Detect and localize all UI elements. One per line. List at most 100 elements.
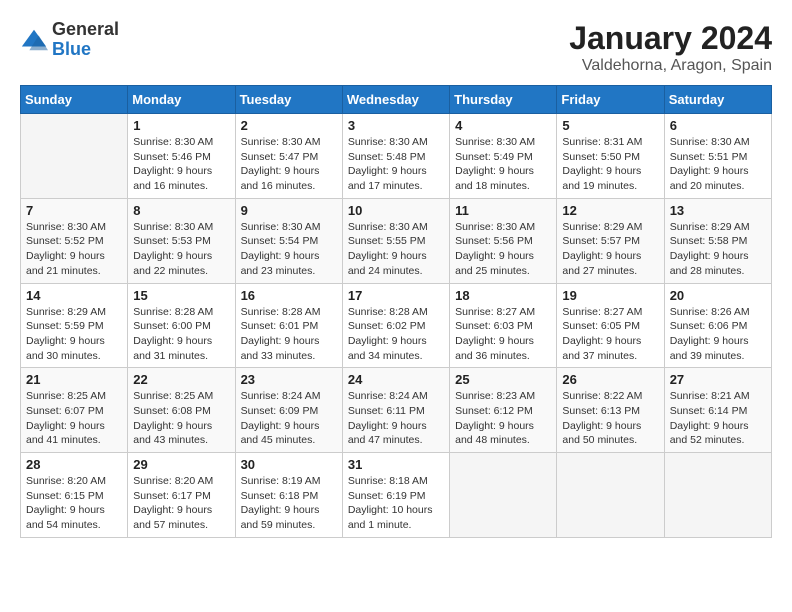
day-info: Sunrise: 8:28 AMSunset: 6:02 PMDaylight:… — [348, 305, 444, 364]
day-info: Sunrise: 8:30 AMSunset: 5:46 PMDaylight:… — [133, 135, 229, 194]
calendar-cell: 3 Sunrise: 8:30 AMSunset: 5:48 PMDaylight… — [342, 114, 449, 199]
title-block: January 2024 Valdehorna, Aragon, Spain — [569, 20, 772, 75]
day-info: Sunrise: 8:27 AMSunset: 6:03 PMDaylight:… — [455, 305, 551, 364]
calendar-cell: 13 Sunrise: 8:29 AMSunset: 5:58 PMDayligh… — [664, 198, 771, 283]
calendar-cell — [557, 453, 664, 538]
day-info: Sunrise: 8:31 AMSunset: 5:50 PMDaylight:… — [562, 135, 658, 194]
day-number: 29 — [133, 457, 229, 472]
day-info: Sunrise: 8:21 AMSunset: 6:14 PMDaylight:… — [670, 389, 766, 448]
day-info: Sunrise: 8:25 AMSunset: 6:07 PMDaylight:… — [26, 389, 122, 448]
day-header-wednesday: Wednesday — [342, 86, 449, 114]
day-info: Sunrise: 8:20 AMSunset: 6:15 PMDaylight:… — [26, 474, 122, 533]
calendar-cell: 8 Sunrise: 8:30 AMSunset: 5:53 PMDaylight… — [128, 198, 235, 283]
day-number: 18 — [455, 288, 551, 303]
calendar-cell — [664, 453, 771, 538]
day-info: Sunrise: 8:30 AMSunset: 5:52 PMDaylight:… — [26, 220, 122, 279]
calendar-cell: 28Sunrise: 8:20 AMSunset: 6:15 PMDayligh… — [21, 453, 128, 538]
day-header-tuesday: Tuesday — [235, 86, 342, 114]
day-number: 12 — [562, 203, 658, 218]
day-info: Sunrise: 8:29 AMSunset: 5:58 PMDaylight:… — [670, 220, 766, 279]
day-number: 8 — [133, 203, 229, 218]
page-header: General Blue January 2024 Valdehorna, Ar… — [20, 20, 772, 75]
day-number: 23 — [241, 372, 337, 387]
day-number: 19 — [562, 288, 658, 303]
day-number: 9 — [241, 203, 337, 218]
day-header-friday: Friday — [557, 86, 664, 114]
day-info: Sunrise: 8:30 AMSunset: 5:49 PMDaylight:… — [455, 135, 551, 194]
day-info: Sunrise: 8:30 AMSunset: 5:48 PMDaylight:… — [348, 135, 444, 194]
calendar-cell: 26Sunrise: 8:22 AMSunset: 6:13 PMDayligh… — [557, 368, 664, 453]
day-number: 1 — [133, 118, 229, 133]
day-number: 17 — [348, 288, 444, 303]
day-number: 22 — [133, 372, 229, 387]
day-info: Sunrise: 8:30 AMSunset: 5:53 PMDaylight:… — [133, 220, 229, 279]
calendar-cell: 29 Sunrise: 8:20 AMSunset: 6:17 PMDayligh… — [128, 453, 235, 538]
calendar-cell: 7 Sunrise: 8:30 AMSunset: 5:52 PMDaylight… — [21, 198, 128, 283]
calendar-cell: 11Sunrise: 8:30 AMSunset: 5:56 PMDayligh… — [450, 198, 557, 283]
day-number: 24 — [348, 372, 444, 387]
calendar-cell: 20Sunrise: 8:26 AMSunset: 6:06 PMDayligh… — [664, 283, 771, 368]
logo: General Blue — [20, 20, 119, 60]
calendar-cell: 23Sunrise: 8:24 AMSunset: 6:09 PMDayligh… — [235, 368, 342, 453]
day-number: 6 — [670, 118, 766, 133]
day-number: 16 — [241, 288, 337, 303]
calendar-cell: 25Sunrise: 8:23 AMSunset: 6:12 PMDayligh… — [450, 368, 557, 453]
calendar-cell: 19 Sunrise: 8:27 AMSunset: 6:05 PMDayligh… — [557, 283, 664, 368]
day-info: Sunrise: 8:28 AMSunset: 6:01 PMDaylight:… — [241, 305, 337, 364]
day-number: 20 — [670, 288, 766, 303]
logo-blue-text: Blue — [52, 39, 91, 59]
day-header-sunday: Sunday — [21, 86, 128, 114]
day-number: 30 — [241, 457, 337, 472]
day-number: 25 — [455, 372, 551, 387]
calendar-cell: 10Sunrise: 8:30 AMSunset: 5:55 PMDayligh… — [342, 198, 449, 283]
day-number: 10 — [348, 203, 444, 218]
day-info: Sunrise: 8:24 AMSunset: 6:11 PMDaylight:… — [348, 389, 444, 448]
day-info: Sunrise: 8:29 AMSunset: 5:57 PMDaylight:… — [562, 220, 658, 279]
logo-icon — [20, 26, 48, 54]
calendar-cell: 16 Sunrise: 8:28 AMSunset: 6:01 PMDayligh… — [235, 283, 342, 368]
calendar-cell: 12 Sunrise: 8:29 AMSunset: 5:57 PMDayligh… — [557, 198, 664, 283]
calendar-cell: 4 Sunrise: 8:30 AMSunset: 5:49 PMDaylight… — [450, 114, 557, 199]
day-header-saturday: Saturday — [664, 86, 771, 114]
calendar-cell: 9 Sunrise: 8:30 AMSunset: 5:54 PMDaylight… — [235, 198, 342, 283]
calendar-cell: 17 Sunrise: 8:28 AMSunset: 6:02 PMDayligh… — [342, 283, 449, 368]
day-info: Sunrise: 8:18 AMSunset: 6:19 PMDaylight:… — [348, 474, 444, 533]
calendar-cell: 2 Sunrise: 8:30 AMSunset: 5:47 PMDaylight… — [235, 114, 342, 199]
day-info: Sunrise: 8:19 AMSunset: 6:18 PMDaylight:… — [241, 474, 337, 533]
calendar-cell: 24 Sunrise: 8:24 AMSunset: 6:11 PMDayligh… — [342, 368, 449, 453]
location-subtitle: Valdehorna, Aragon, Spain — [569, 57, 772, 75]
day-info: Sunrise: 8:25 AMSunset: 6:08 PMDaylight:… — [133, 389, 229, 448]
calendar-cell: 1 Sunrise: 8:30 AMSunset: 5:46 PMDaylight… — [128, 114, 235, 199]
calendar-cell: 21 Sunrise: 8:25 AMSunset: 6:07 PMDayligh… — [21, 368, 128, 453]
day-number: 11 — [455, 203, 551, 218]
calendar-week-row: 1 Sunrise: 8:30 AMSunset: 5:46 PMDaylight… — [21, 114, 772, 199]
calendar-table: SundayMondayTuesdayWednesdayThursdayFrid… — [20, 85, 772, 538]
day-number: 13 — [670, 203, 766, 218]
day-info: Sunrise: 8:29 AMSunset: 5:59 PMDaylight:… — [26, 305, 122, 364]
day-info: Sunrise: 8:28 AMSunset: 6:00 PMDaylight:… — [133, 305, 229, 364]
day-info: Sunrise: 8:27 AMSunset: 6:05 PMDaylight:… — [562, 305, 658, 364]
calendar-cell: 22 Sunrise: 8:25 AMSunset: 6:08 PMDayligh… — [128, 368, 235, 453]
day-info: Sunrise: 8:30 AMSunset: 5:54 PMDaylight:… — [241, 220, 337, 279]
calendar-body: 1 Sunrise: 8:30 AMSunset: 5:46 PMDaylight… — [21, 114, 772, 538]
day-number: 21 — [26, 372, 122, 387]
day-info: Sunrise: 8:30 AMSunset: 5:51 PMDaylight:… — [670, 135, 766, 194]
day-number: 3 — [348, 118, 444, 133]
month-title: January 2024 — [569, 20, 772, 57]
calendar-cell: 15 Sunrise: 8:28 AMSunset: 6:00 PMDayligh… — [128, 283, 235, 368]
day-number: 4 — [455, 118, 551, 133]
calendar-cell — [21, 114, 128, 199]
calendar-cell: 5Sunrise: 8:31 AMSunset: 5:50 PMDaylight… — [557, 114, 664, 199]
calendar-week-row: 28Sunrise: 8:20 AMSunset: 6:15 PMDayligh… — [21, 453, 772, 538]
day-header-thursday: Thursday — [450, 86, 557, 114]
day-number: 2 — [241, 118, 337, 133]
logo-general-text: General — [52, 19, 119, 39]
calendar-week-row: 21 Sunrise: 8:25 AMSunset: 6:07 PMDayligh… — [21, 368, 772, 453]
day-number: 15 — [133, 288, 229, 303]
calendar-cell: 30 Sunrise: 8:19 AMSunset: 6:18 PMDayligh… — [235, 453, 342, 538]
day-number: 7 — [26, 203, 122, 218]
day-info: Sunrise: 8:20 AMSunset: 6:17 PMDaylight:… — [133, 474, 229, 533]
calendar-cell: 18 Sunrise: 8:27 AMSunset: 6:03 PMDayligh… — [450, 283, 557, 368]
day-info: Sunrise: 8:30 AMSunset: 5:47 PMDaylight:… — [241, 135, 337, 194]
calendar-cell: 14Sunrise: 8:29 AMSunset: 5:59 PMDayligh… — [21, 283, 128, 368]
